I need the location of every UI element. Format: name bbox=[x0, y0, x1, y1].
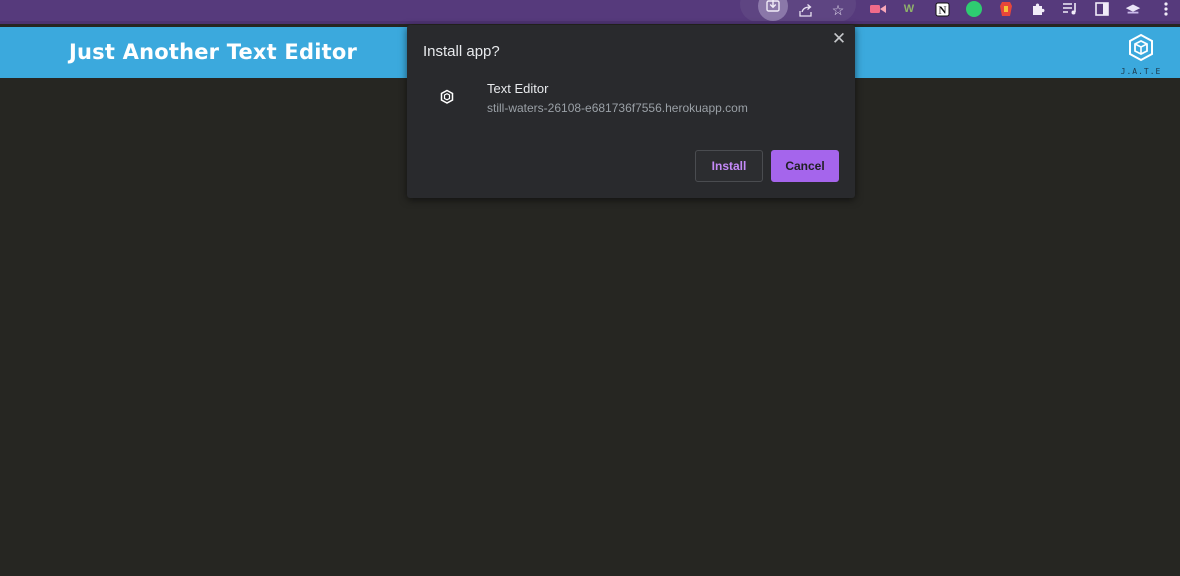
app-icon bbox=[439, 89, 455, 105]
close-icon: ✕ bbox=[831, 29, 847, 48]
puzzle-extensions-icon bbox=[1032, 2, 1044, 15]
w-extension-icon: W bbox=[903, 3, 915, 15]
app-name: Text Editor bbox=[487, 81, 549, 96]
video-extension-icon bbox=[870, 5, 886, 13]
side-panel-icon bbox=[1095, 2, 1109, 16]
install-app-dialog: Install app? ✕ Text Editor still-waters-… bbox=[407, 25, 855, 198]
media-button[interactable] bbox=[1061, 1, 1079, 17]
share-button[interactable] bbox=[794, 0, 818, 20]
jate-logo-icon bbox=[1129, 33, 1153, 62]
side-panel-button[interactable] bbox=[1093, 1, 1111, 17]
bookmark-star-icon: ☆ bbox=[831, 2, 845, 18]
video-extension-button[interactable] bbox=[869, 1, 887, 17]
install-button[interactable]: Install bbox=[695, 150, 763, 182]
media-playlist-icon bbox=[1063, 3, 1076, 15]
red-extension-button[interactable] bbox=[997, 1, 1015, 17]
cancel-button[interactable]: Cancel bbox=[771, 150, 839, 182]
browser-toolbar: ☆ W N bbox=[0, 0, 1180, 24]
share-icon bbox=[799, 4, 812, 17]
notion-icon: N bbox=[935, 2, 949, 16]
dialog-close-button[interactable]: ✕ bbox=[831, 29, 847, 48]
install-icon bbox=[766, 0, 780, 12]
app-url: still-waters-26108-e681736f7556.herokuap… bbox=[487, 101, 748, 115]
more-menu-button[interactable] bbox=[1157, 1, 1175, 17]
green-circle-extension-icon bbox=[966, 1, 982, 17]
red-extension-icon bbox=[1000, 2, 1012, 16]
app-title: Just Another Text Editor bbox=[69, 40, 358, 64]
dialog-title: Install app? bbox=[423, 43, 500, 60]
notion-extension-button[interactable]: N bbox=[933, 1, 951, 17]
svg-text:N: N bbox=[938, 4, 946, 16]
w-extension-button[interactable]: W bbox=[900, 1, 918, 17]
profile-button[interactable] bbox=[1124, 1, 1142, 17]
app-logo-label: J.A.T.E bbox=[1120, 67, 1162, 76]
green-circle-extension-button[interactable] bbox=[965, 1, 983, 17]
profile-icon bbox=[1125, 4, 1141, 14]
more-menu-icon bbox=[1164, 2, 1168, 16]
app-logo: J.A.T.E bbox=[1120, 32, 1162, 76]
extensions-button[interactable] bbox=[1029, 1, 1047, 17]
bookmark-button[interactable]: ☆ bbox=[826, 0, 850, 20]
